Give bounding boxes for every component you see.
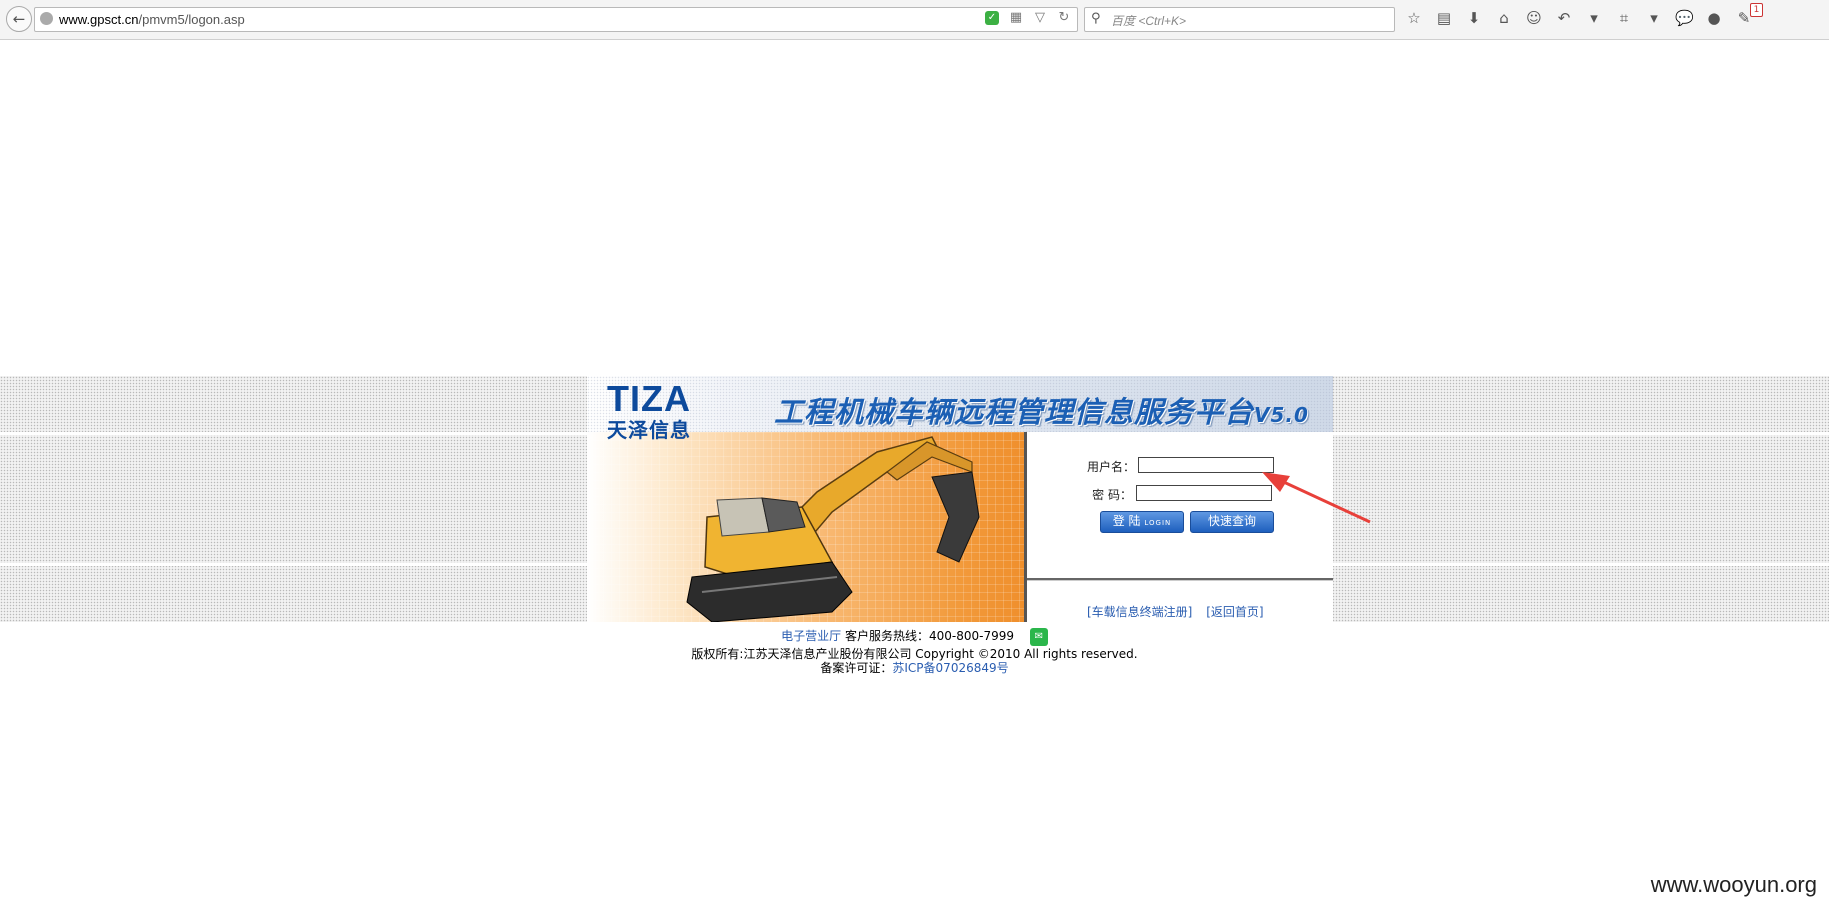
annotation-arrow-icon (1262, 472, 1371, 524)
